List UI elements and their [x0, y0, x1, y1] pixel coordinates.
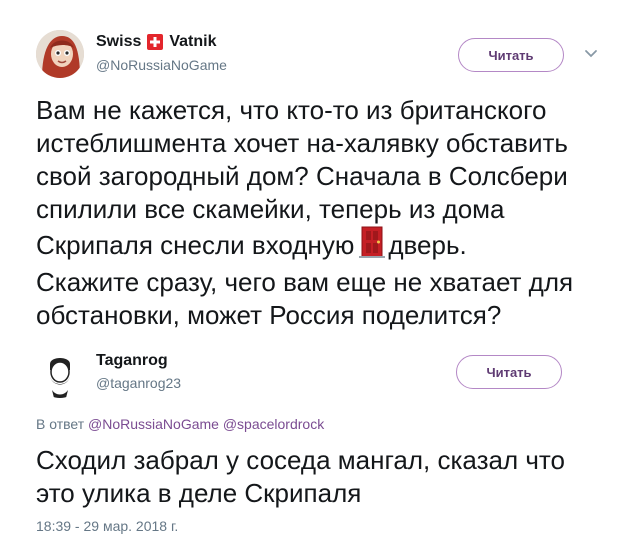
author-handle[interactable]: @taganrog23	[96, 375, 181, 391]
follow-button[interactable]: Читать	[456, 355, 562, 389]
tweet-text-line: Вам не кажется, что кто-то из британског…	[36, 95, 547, 125]
author-name[interactable]: Swiss Vatnik	[96, 33, 217, 51]
tweet-text-fragment: дверь.	[388, 230, 467, 260]
author-name[interactable]: Taganrog	[96, 352, 168, 370]
follow-button[interactable]: Читать	[458, 38, 564, 72]
tweet-text-fragment: Скрипаля снесли входную	[36, 230, 355, 260]
tweet-text-line: Скажите сразу, чего вам еще не хватает д…	[36, 267, 574, 297]
tweet-text-line: свой загородный дом? Сначала в Солсбери	[36, 161, 568, 191]
door-icon	[358, 226, 386, 266]
tweet-text-line: истеблишмента хочет на-халявку обставить	[36, 128, 568, 158]
tweet-text: Вам не кажется, что кто-то из британског…	[36, 94, 626, 332]
tweet-text-line: спилили все скамейки, теперь из дома	[36, 194, 505, 224]
tweet-text-line: обстановки, может Россия поделится?	[36, 300, 502, 330]
author-name-label[interactable]: Taganrog	[96, 352, 168, 370]
mention-link[interactable]: @NoRussiaNoGame	[88, 416, 219, 432]
swiss-flag-icon	[147, 34, 164, 50]
avatar[interactable]	[36, 350, 84, 398]
reply-context: В ответ @NoRussiaNoGame @spacelordrock	[36, 416, 324, 432]
chevron-down-icon[interactable]	[580, 43, 602, 65]
mention-link[interactable]: @spacelordrock	[223, 416, 324, 432]
author-name-part1[interactable]: Swiss	[96, 33, 141, 51]
tweet-text-line: это улика в деле Скрипаля	[36, 478, 362, 508]
reply-prefix: В ответ	[36, 416, 85, 432]
tweet-text: Сходил забрал у соседа мангал, сказал чт…	[36, 444, 626, 510]
tweet-text-line: Сходил забрал у соседа мангал, сказал чт…	[36, 445, 565, 475]
author-name-part2[interactable]: Vatnik	[169, 33, 216, 51]
author-handle[interactable]: @NoRussiaNoGame	[96, 57, 227, 73]
avatar[interactable]	[36, 30, 84, 78]
tweet-text-line: Скрипаля снесли входную дверь.	[36, 226, 626, 266]
timestamp[interactable]: 18:39 - 29 мар. 2018 г.	[36, 518, 178, 534]
